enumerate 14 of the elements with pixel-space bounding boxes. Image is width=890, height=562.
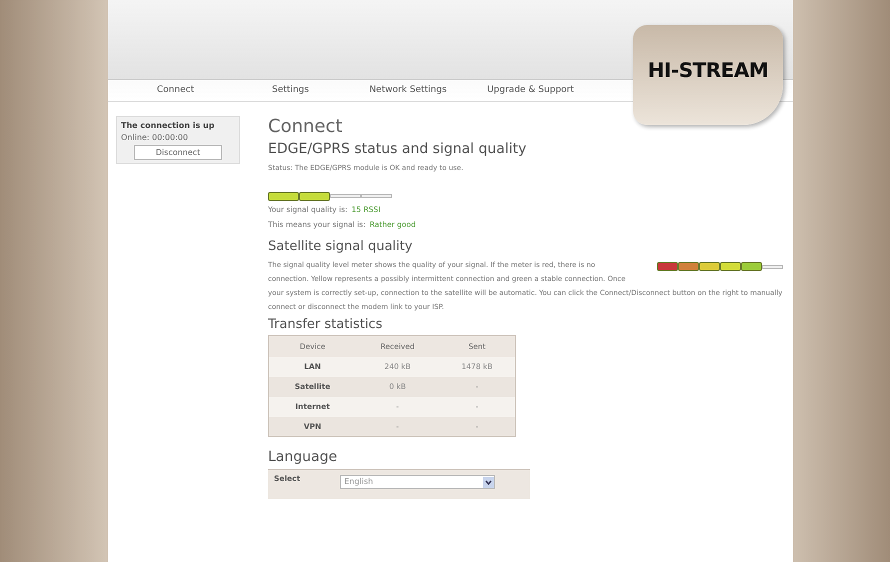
nav-link[interactable]: Connect xyxy=(108,84,243,98)
dropdown-icon xyxy=(483,476,494,488)
section-heading: Language xyxy=(268,448,338,467)
connection-status: The connection is up xyxy=(121,120,216,132)
nav-link[interactable]: Network Settings xyxy=(338,84,478,98)
nav-link[interactable]: Upgrade & Support xyxy=(478,84,583,98)
section-heading: Transfer statistics xyxy=(268,316,384,333)
section-heading: EDGE/GPRS status and signal quality xyxy=(268,140,528,159)
disconnect-button[interactable]: Disconnect xyxy=(134,145,222,160)
nav-link[interactable]: Settings xyxy=(243,84,338,98)
logo-text: HI-STREAM xyxy=(648,57,768,84)
online-time: Online: 00:00:00 xyxy=(121,132,189,144)
section-heading: Satellite signal quality xyxy=(268,238,414,256)
page-title: Connect xyxy=(268,116,344,138)
